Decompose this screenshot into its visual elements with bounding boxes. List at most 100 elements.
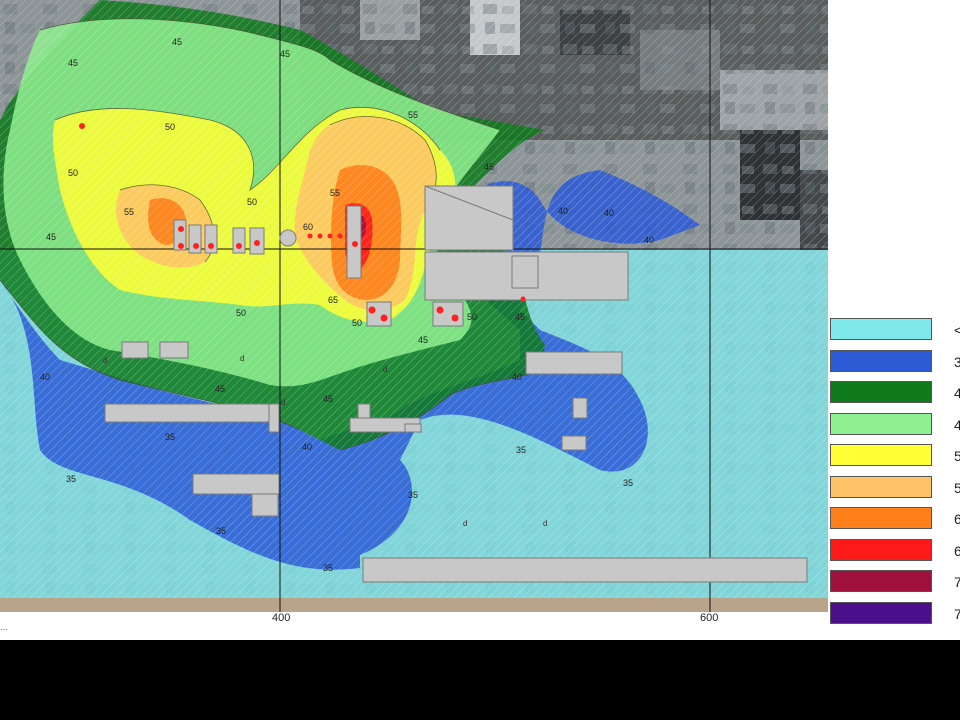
contour-label: 35 <box>623 478 633 488</box>
contour-label: 60 <box>303 222 313 232</box>
legend-label: 5 <box>954 479 960 496</box>
legend-swatch <box>830 507 932 529</box>
legend-item: 5 <box>830 474 960 506</box>
source-marker <box>178 243 184 249</box>
legend-swatch <box>830 570 932 592</box>
contour-label: 45 <box>68 58 78 68</box>
contour-label: 35 <box>516 445 526 455</box>
legend-item: < <box>830 316 960 348</box>
x-axis-tick-600: 600 <box>700 612 719 624</box>
contour-label: 40 <box>40 372 50 382</box>
legend-item: 6 <box>830 537 960 569</box>
source-marker <box>451 314 459 322</box>
building <box>525 351 623 375</box>
source-marker <box>368 306 376 314</box>
building <box>104 403 280 423</box>
source-marker <box>236 243 242 249</box>
contour-label: 45 <box>323 394 333 404</box>
source-marker <box>436 306 444 314</box>
legend-item: 7 <box>830 600 960 632</box>
noise-level-legend: < 3 4 4 5 5 6 6 7 7 <box>830 316 960 631</box>
building <box>268 403 280 433</box>
legend-label: 3 <box>954 353 960 370</box>
legend-swatch <box>830 601 932 624</box>
legend-swatch <box>830 318 932 340</box>
contour-label: 35 <box>408 490 418 500</box>
contour-label: 35 <box>216 526 226 536</box>
noise-contour-map: 45 45 45 50 50 50 50 50 55 55 55 60 65 4… <box>0 0 828 612</box>
receiver-label: d <box>240 354 244 363</box>
x-axis-tick-400: 400 <box>272 612 291 624</box>
legend-swatch <box>830 412 932 435</box>
building <box>572 397 588 419</box>
map-caption: ... <box>0 622 8 632</box>
legend-label: < <box>954 322 960 338</box>
map-screen: 45 45 45 50 50 50 50 50 55 55 55 60 65 4… <box>0 0 960 640</box>
contour-label: 55 <box>124 207 134 217</box>
legend-label: 4 <box>954 416 960 433</box>
contour-label: 50 <box>68 168 78 178</box>
contour-label: 50 <box>352 318 362 328</box>
building <box>279 229 297 247</box>
contour-label: 45 <box>280 49 290 59</box>
legend-swatch <box>830 538 932 561</box>
building <box>561 435 587 451</box>
contour-label: 40 <box>644 235 654 245</box>
receiver-label: d <box>463 519 467 528</box>
building <box>362 557 808 583</box>
legend-item: 6 <box>830 505 960 537</box>
legend-swatch <box>830 349 932 372</box>
receiver-label: d <box>383 365 387 374</box>
legend-label: 6 <box>954 511 960 527</box>
legend-swatch <box>830 444 932 466</box>
source-marker <box>327 233 333 239</box>
legend-swatch <box>830 475 932 498</box>
contour-label: 50 <box>467 312 477 322</box>
building <box>432 301 464 327</box>
contour-label: 40 <box>558 206 568 216</box>
contour-label: 40 <box>302 442 312 452</box>
contour-label: 35 <box>165 432 175 442</box>
receiver-label: d <box>103 356 107 365</box>
legend-item: 5 <box>830 442 960 474</box>
contour-label: 50 <box>165 122 175 132</box>
receiver-label: d <box>543 519 547 528</box>
source-marker <box>337 233 343 239</box>
building <box>251 493 279 517</box>
source-marker <box>254 240 260 246</box>
source-marker <box>317 233 323 239</box>
contour-label: 65 <box>328 295 338 305</box>
legend-label: 5 <box>954 448 960 464</box>
building <box>192 473 280 495</box>
source-marker <box>380 314 388 322</box>
contour-label: 50 <box>236 308 246 318</box>
source-marker <box>520 296 526 302</box>
legend-item: 4 <box>830 379 960 411</box>
contour-label: 55 <box>330 188 340 198</box>
contour-label: 35 <box>66 474 76 484</box>
black-letterbox <box>0 640 960 720</box>
building <box>121 341 149 359</box>
building <box>511 255 539 289</box>
building <box>159 341 189 359</box>
building <box>357 403 371 419</box>
contour-label: 45 <box>172 37 182 47</box>
contour-label: 40 <box>604 208 614 218</box>
contour-label: 45 <box>515 312 525 322</box>
contour-label: 45 <box>215 384 225 394</box>
noise-contours <box>0 0 828 598</box>
contour-label: 45 <box>484 162 494 172</box>
receiver-label: d <box>281 398 285 407</box>
legend-label: 7 <box>954 605 960 622</box>
legend-item: 4 <box>830 411 960 443</box>
source-marker <box>178 226 184 232</box>
building <box>404 423 422 433</box>
source-marker <box>208 243 214 249</box>
legend-label: 6 <box>954 542 960 559</box>
contour-label: 45 <box>418 335 428 345</box>
legend-label: 4 <box>954 385 960 401</box>
legend-label: 7 <box>954 574 960 590</box>
contour-label: 40 <box>512 372 522 382</box>
contour-label: 55 <box>408 110 418 120</box>
contour-label: 45 <box>46 232 56 242</box>
